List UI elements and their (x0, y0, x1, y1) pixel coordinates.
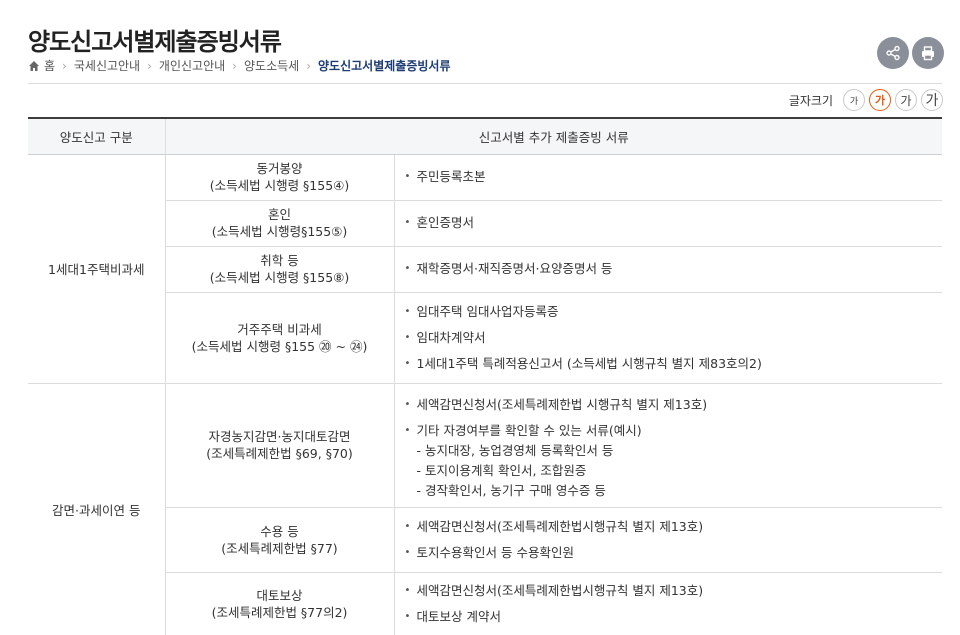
table-header-row: 양도신고 구분 신고서별 추가 제출증빙 서류 (28, 117, 942, 155)
sub-category-law: (조세특례제한법 §77의2) (211, 604, 348, 620)
print-icon (922, 46, 934, 61)
table-row: 수용 등 (조세특례제한법 §77) 세액감면신청서(조세특례제한법시행규칙 별… (28, 507, 943, 573)
document-item: 대토보상 계약서 (405, 608, 943, 626)
chevron-right-icon: › (306, 58, 311, 73)
category-cell: 1세대1주택비과세 (28, 154, 166, 384)
column-header: 신고서별 추가 제출증빙 서류 (165, 117, 942, 155)
breadcrumb-home-label: 홈 (44, 59, 56, 73)
sub-category-cell: 거주주택 비과세 (소득세법 시행령 §155 ⑳ ~ ㉔) (165, 292, 395, 384)
document-item: 세액감면신청서(조세특례제한법시행규칙 별지 제13호) (405, 582, 943, 600)
breadcrumb-home[interactable]: 홈 (28, 57, 55, 74)
document-sub-item: - 농지대장, 농업경영체 등록확인서 등 (416, 443, 614, 458)
sub-category-cell: 자경농지감면·농지대토감면 (조세특례제한법 §69, §70) (165, 383, 395, 508)
documents-cell: 세액감면신청서(조세특례제한법시행규칙 별지 제13호) 토지수용확인서 등 수… (394, 507, 943, 573)
font-size-default-button[interactable]: 가 (869, 89, 891, 111)
home-icon (29, 60, 39, 71)
document-item: 세액감면신청서(조세특례제한법 시행규칙 별지 제13호) (405, 396, 943, 414)
documents-cell: 세액감면신청서(조세특례제한법 시행규칙 별지 제13호) 기타 자경여부를 확… (394, 383, 943, 508)
breadcrumb: 홈 › 국세신고안내 › 개인신고안내 › 양도소득세 › 양도신고서별제출증빙… (28, 57, 450, 74)
documents-cell: 세액감면신청서(조세특례제한법시행규칙 별지 제13호) 대토보상 계약서 (394, 572, 942, 635)
font-size-large-button[interactable]: 가 (895, 89, 917, 111)
document-item: 주민등록초본 (405, 168, 943, 186)
sub-category-title: 동거봉양 (256, 161, 303, 176)
sub-category-title: 혼인 (267, 207, 291, 222)
document-item: 기타 자경여부를 확인할 수 있는 서류(예시) (405, 422, 943, 440)
share-icon (886, 45, 900, 61)
font-size-smallest-button[interactable]: 가 (843, 89, 865, 111)
sub-category-law: (조세특례제한법 §77) (221, 540, 338, 556)
breadcrumb-current: 양도신고서별제출증빙서류 (318, 59, 451, 73)
document-item: 임대차계약서 (405, 329, 943, 347)
page-title: 양도신고서별제출증빙서류 (28, 28, 282, 56)
chevron-right-icon: › (232, 58, 237, 73)
sub-category-cell: 수용 등 (조세특례제한법 §77) (165, 507, 395, 573)
breadcrumb-item[interactable]: 양도소득세 (244, 57, 299, 74)
sub-category-law: (소득세법 시행령§155⑤) (211, 224, 348, 239)
table-row: 거주주택 비과세 (소득세법 시행령 §155 ⑳ ~ ㉔) 임대주택 임대사업… (28, 292, 943, 384)
documents-cell: 주민등록초본 (394, 154, 943, 201)
font-size-largest-button[interactable]: 가 (921, 89, 943, 111)
documents-cell: 임대주택 임대사업자등록증 임대차계약서 1세대1주택 특례적용신고서 (소득세… (394, 292, 943, 384)
document-item: 1세대1주택 특례적용신고서 (소득세법 시행규칙 별지 제83호의2) (405, 355, 943, 373)
breadcrumb-item[interactable]: 개인신고안내 (159, 57, 225, 74)
document-item: 재학증명서·재직증명서·요양증명서 등 (405, 260, 943, 278)
table-row: 취학 등 (소득세법 시행령 §155⑧) 재학증명서·재직증명서·요양증명서 … (28, 246, 943, 293)
chevron-right-icon: › (147, 58, 152, 73)
document-item: 임대주택 임대사업자등록증 (405, 303, 943, 321)
sub-category-cell: 취학 등 (소득세법 시행령 §155⑧) (165, 246, 395, 293)
sub-category-title: 수용 등 (260, 523, 299, 539)
table-row: 1세대1주택비과세 동거봉양 (소득세법 시행령 §155④) 주민등록초본 (28, 154, 943, 384)
evidence-documents-table: 양도신고 구분 신고서별 추가 제출증빙 서류 1세대1주택비과세 동거봉양 (… (28, 117, 942, 635)
column-header: 양도신고 구분 (28, 117, 166, 155)
sub-category-cell: 혼인 (소득세법 시행령§155⑤) (165, 200, 395, 247)
sub-category-title: 거주주택 비과세 (237, 321, 322, 337)
share-button[interactable] (877, 37, 909, 69)
sub-category-title: 대토보상 (256, 587, 303, 603)
document-item: 세액감면신청서(조세특례제한법시행규칙 별지 제13호) (405, 518, 943, 536)
sub-category-law: (소득세법 시행령 §155⑧) (209, 270, 350, 285)
font-size-label: 글자크기 (788, 93, 833, 108)
print-button[interactable] (912, 37, 944, 69)
sub-category-cell: 동거봉양 (소득세법 시행령 §155④) (165, 154, 395, 201)
documents-cell: 혼인증명서 (394, 200, 943, 247)
sub-category-title: 취학 등 (260, 253, 299, 268)
sub-category-law: (조세특례제한법 §69, §70) (206, 446, 353, 461)
document-item: 혼인증명서 (405, 214, 943, 232)
sub-category-cell: 대토보상 (조세특례제한법 §77의2) (165, 572, 395, 635)
header-divider (28, 83, 942, 84)
document-item: 토지수용확인서 등 수용확인원 (405, 544, 943, 562)
font-size-control: 글자크기 가 가 가 가 (789, 89, 943, 111)
sub-category-title: 자경농지감면·농지대토감면 (208, 429, 351, 444)
sub-category-law: (소득세법 시행령 §155④) (209, 178, 350, 193)
table-row: 혼인 (소득세법 시행령§155⑤) 혼인증명서 (28, 200, 943, 247)
category-cell: 감면·과세이연 등 (28, 383, 166, 635)
sub-category-law: (소득세법 시행령 §155 ⑳ ~ ㉔) (191, 338, 368, 354)
documents-cell: 재학증명서·재직증명서·요양증명서 등 (394, 246, 943, 293)
table-row: 대토보상 (조세특례제한법 §77의2) 세액감면신청서(조세특례제한법시행규칙… (28, 572, 942, 635)
breadcrumb-item[interactable]: 국세신고안내 (74, 57, 140, 74)
document-sub-item: - 토지이용계획 확인서, 조합원증 (416, 463, 587, 478)
table-row: 감면·과세이연 등 자경농지감면·농지대토감면 (조세특례제한법 §69, §7… (28, 383, 943, 635)
document-sub-item: - 경작확인서, 농기구 구매 영수증 등 (416, 483, 606, 498)
chevron-right-icon: › (62, 58, 67, 73)
